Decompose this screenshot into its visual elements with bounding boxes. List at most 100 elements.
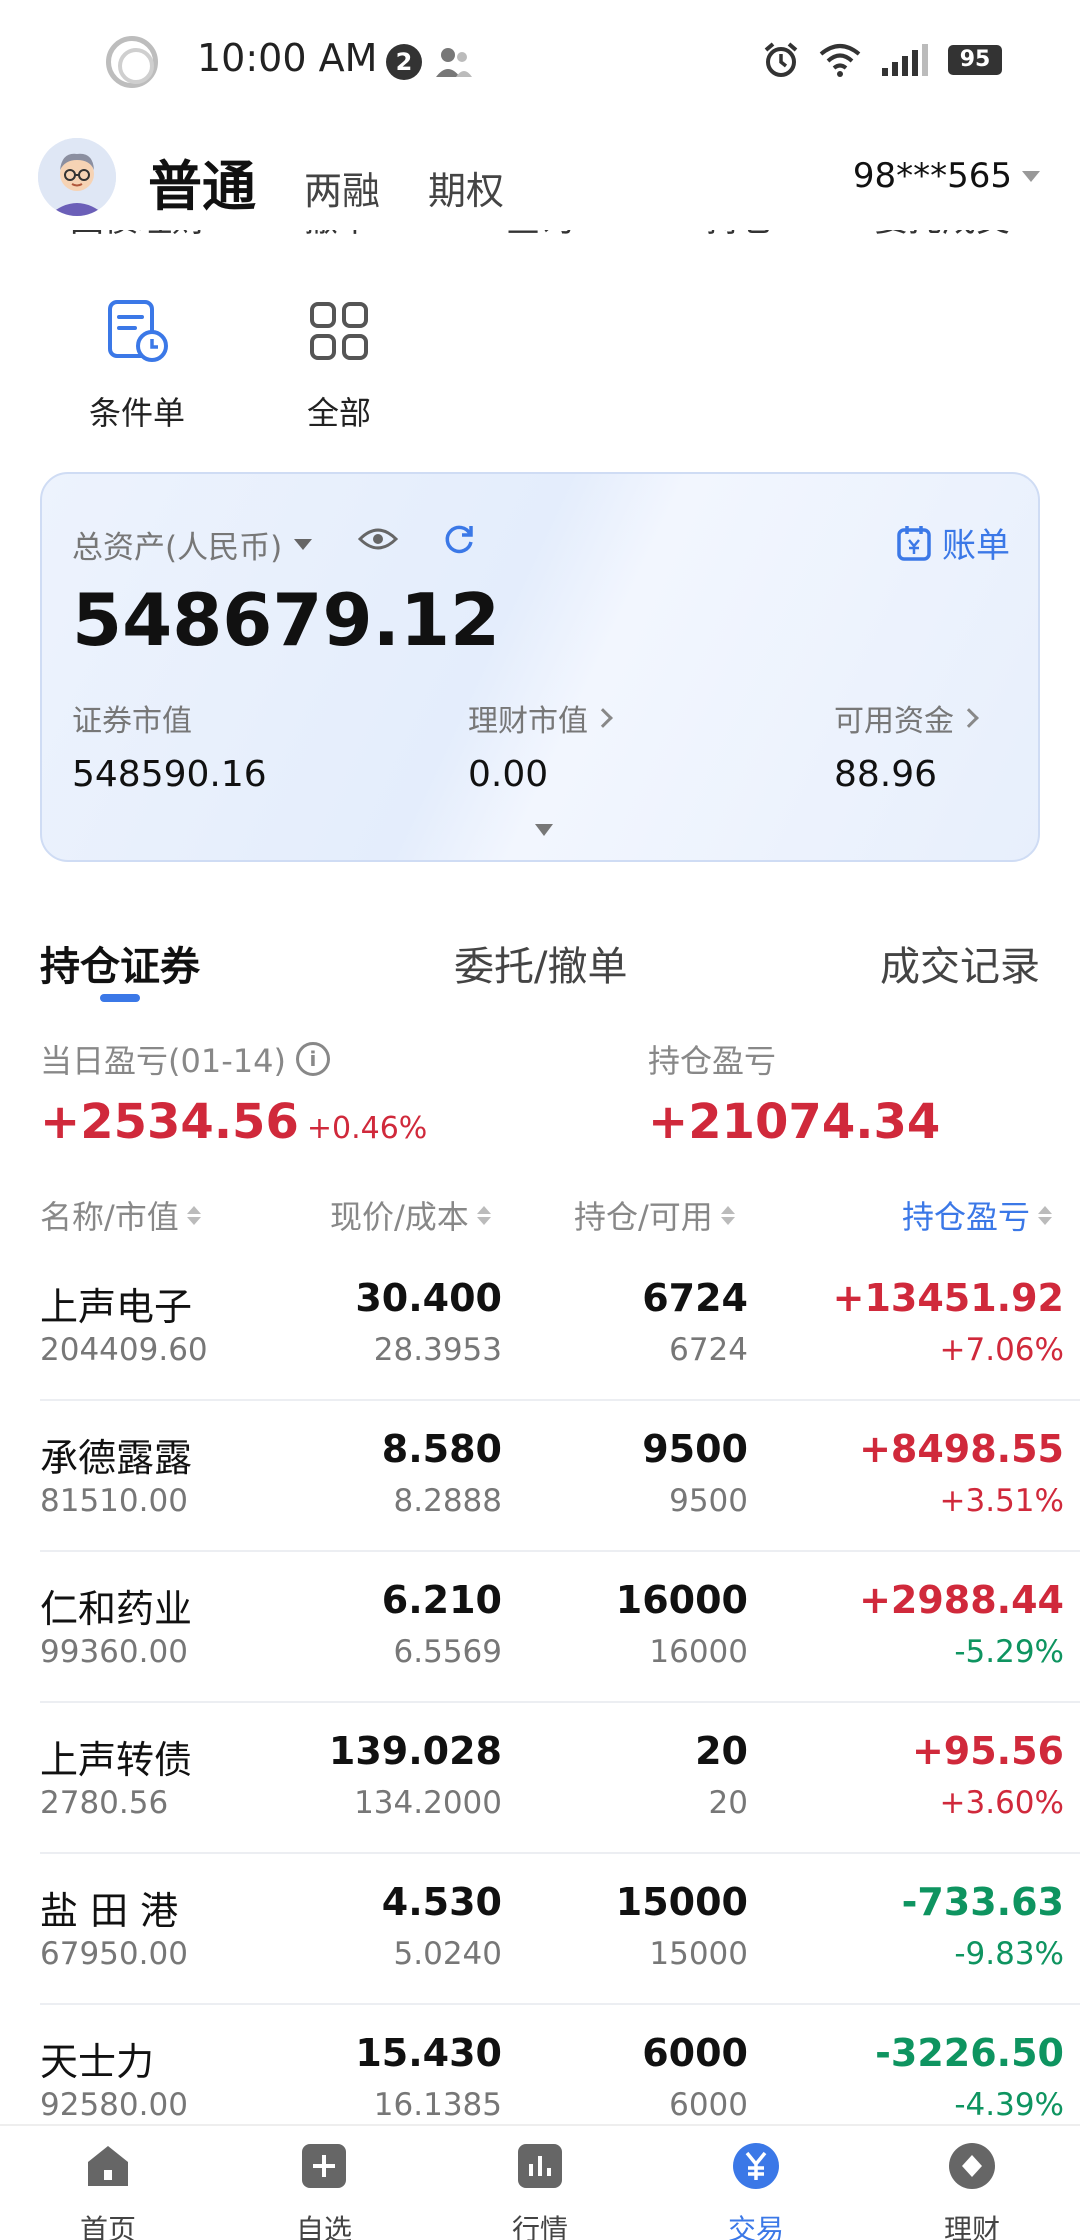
shortcut-all[interactable]: 全部 [264,296,414,434]
position-pnl: +95.56 [911,1729,1064,1773]
position-pnl-percent: -4.39% [954,2087,1064,2123]
stock-name: 仁和药业 [40,1587,193,1631]
sort-icon [186,1205,201,1225]
calendar-yuan-icon [897,525,931,561]
current-price: 15.430 [355,2031,502,2075]
status-bar: 10:00 AM 2 95 [0,0,1080,120]
currency-selector[interactable]: 总资产(人民币) [72,522,313,567]
header-price-cost[interactable]: 现价/成本 [330,1192,491,1238]
available-funds-link[interactable]: 可用资金 [834,696,979,740]
table-row[interactable]: 承德露露 81510.00 8.580 8.2888 9500 9500 +84… [0,1401,1080,1552]
account-selector[interactable]: 98***565 [853,156,1040,196]
holding-qty: 20 [695,1729,748,1773]
position-pnl-percent: -5.29% [954,1634,1064,1670]
securities-value-label: 证券市值 [72,696,192,740]
alarm-icon [764,42,798,77]
holding-qty: 9500 [642,1427,748,1471]
people-icon [436,48,472,77]
header-qty-available[interactable]: 持仓/可用 [574,1192,735,1238]
daily-pnl-value: +2534.56 [40,1094,299,1150]
position-pnl: -3226.50 [875,2031,1064,2075]
conditional-order-icon [108,300,168,362]
finance-value-link[interactable]: 理财市值 [468,696,613,740]
nav-label: 理财 [943,2213,1000,2240]
available-qty: 6000 [669,2087,748,2123]
position-pnl: +2988.44 [859,1578,1064,1622]
tab-positions[interactable]: 持仓证券 [40,934,200,992]
cost-price: 16.1385 [373,2087,502,2123]
table-row[interactable]: 仁和药业 99360.00 6.210 6.5569 16000 16000 +… [0,1552,1080,1703]
nav-market[interactable]: 行情 [470,2142,610,2240]
bottom-nav: 首页 自选 行情 交易 理财 [0,2124,1080,2240]
shortcut-label: 条件单 [88,394,185,432]
holding-qty: 15000 [615,1880,748,1924]
notification-badge: 2 [386,44,422,80]
nav-watchlist[interactable]: 自选 [254,2142,394,2240]
avatar[interactable] [38,138,116,216]
table-row[interactable]: 盐 田 港 67950.00 4.530 5.0240 15000 15000 … [0,1854,1080,2005]
market-value: 99360.00 [40,1634,188,1670]
market-value: 2780.56 [40,1785,169,1821]
position-pnl-percent: -9.83% [954,1936,1064,1972]
nav-label: 交易 [727,2213,784,2240]
market-value: 81510.00 [40,1483,188,1519]
home-icon [88,2146,128,2186]
cost-price: 5.0240 [393,1936,502,1972]
tab-orders-cancel[interactable]: 委托/撤单 [454,934,627,992]
available-qty: 9500 [669,1483,748,1519]
position-pnl: +13451.92 [832,1276,1064,1320]
table-row[interactable]: 上声转债 2780.56 139.028 134.2000 20 20 +95.… [0,1703,1080,1854]
shortcut-label: 全部 [306,394,371,432]
grid-icon [310,302,368,360]
nav-label: 首页 [79,2213,136,2240]
nav-home[interactable]: 首页 [38,2142,178,2240]
holding-pnl-value: +21074.34 [648,1094,941,1150]
cost-price: 134.2000 [354,1785,502,1821]
expand-toggle[interactable] [535,824,553,836]
nav-trade[interactable]: 交易 [686,2142,826,2240]
header-holding-pnl[interactable]: 持仓盈亏 [902,1192,1053,1238]
table-row[interactable]: 上声电子 204409.60 30.400 28.3953 6724 6724 … [0,1250,1080,1401]
stock-name: 盐 田 港 [40,1889,179,1933]
battery-indicator: 95 [948,45,1002,75]
market-icon [518,2144,562,2188]
wifi-icon [819,44,861,77]
cost-price: 28.3953 [373,1332,502,1368]
available-qty: 16000 [649,1634,748,1670]
current-price: 139.028 [328,1729,502,1773]
tab-account-options[interactable]: 期权 [428,160,504,215]
available-qty: 20 [708,1785,748,1821]
bill-button[interactable]: 账单 [896,518,1010,567]
wealth-icon [949,2143,995,2189]
market-value: 67950.00 [40,1936,188,1972]
chevron-down-icon [294,539,313,550]
eye-icon[interactable] [358,524,398,554]
sort-icon [720,1205,735,1225]
shortcut-conditional-order[interactable]: 条件单 [62,296,212,434]
stock-name: 上声电子 [40,1285,193,1329]
daily-pnl-label: 当日盈亏(01-14) i [40,1036,330,1082]
nav-label: 自选 [295,2213,352,2240]
sub-label: 可用资金 [834,704,954,739]
info-icon[interactable]: i [295,1042,330,1076]
avatar-image-icon [38,138,116,216]
current-price: 4.530 [381,1880,502,1924]
nav-wealth[interactable]: 理财 [902,2142,1042,2240]
available-funds-value: 88.96 [834,754,938,795]
stock-name: 上声转债 [40,1738,193,1782]
bill-label: 账单 [942,526,1010,566]
tab-account-normal[interactable]: 普通 [148,142,256,221]
header-label: 名称/市值 [40,1198,179,1236]
position-pnl: +8498.55 [859,1427,1064,1471]
daily-pnl: +2534.56 +0.46% [40,1094,427,1150]
refresh-icon[interactable] [442,522,476,556]
watchlist-icon [302,2144,346,2188]
cost-price: 6.5569 [393,1634,502,1670]
header-label: 持仓/可用 [574,1198,713,1236]
record-icon [106,36,158,88]
header-name-value[interactable]: 名称/市值 [40,1192,201,1238]
status-right: 95 [762,40,1002,80]
tab-trade-records[interactable]: 成交记录 [880,934,1040,992]
tab-account-margin[interactable]: 两融 [304,160,380,215]
header-label: 持仓盈亏 [902,1198,1031,1236]
